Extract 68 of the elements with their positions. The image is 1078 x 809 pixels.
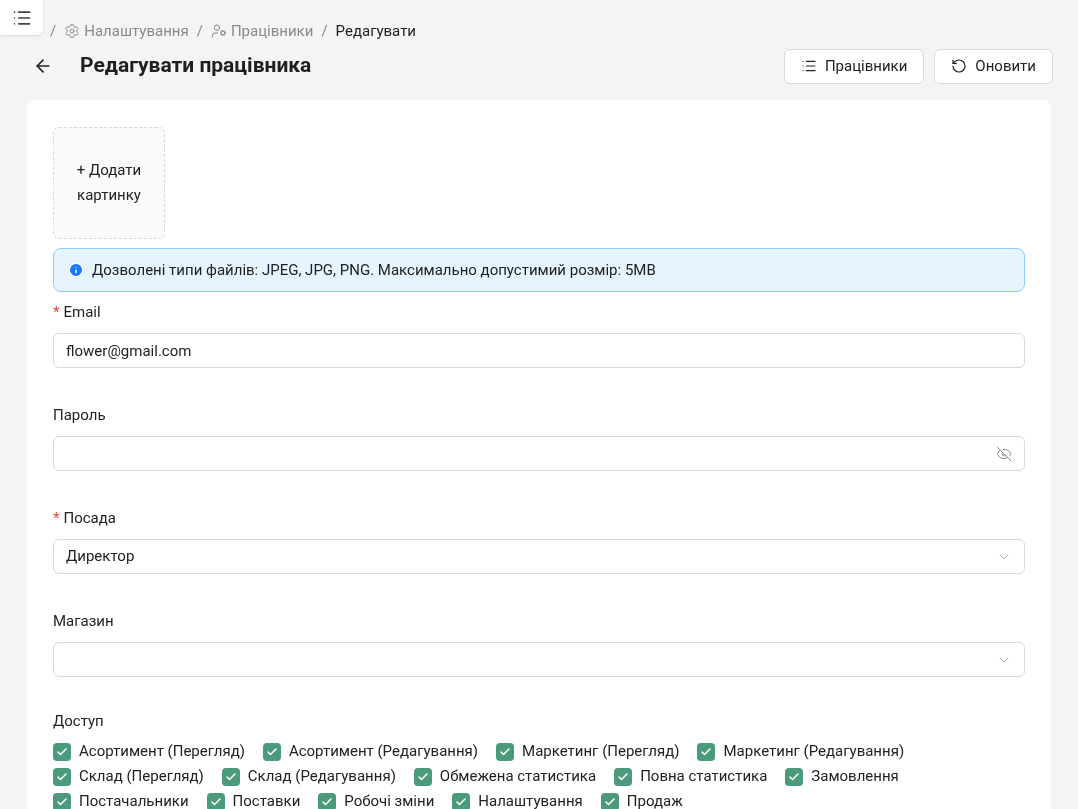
list-icon bbox=[800, 58, 817, 74]
checkbox[interactable] bbox=[206, 792, 225, 809]
checkbox[interactable] bbox=[452, 792, 471, 809]
access-checkbox[interactable]: Склад (Перегляд) bbox=[53, 766, 204, 787]
add-image-button[interactable]: + Додати картинку bbox=[53, 127, 165, 239]
select-field[interactable] bbox=[53, 642, 1025, 677]
checkbox[interactable] bbox=[785, 767, 804, 786]
check-icon bbox=[788, 770, 801, 783]
breadcrumb-separator: / bbox=[196, 20, 203, 42]
select-field[interactable]: Директор bbox=[53, 539, 1025, 574]
checkbox[interactable] bbox=[318, 792, 337, 809]
checkbox[interactable] bbox=[413, 767, 432, 786]
check-icon bbox=[416, 770, 429, 783]
user-icon bbox=[210, 23, 227, 39]
checkbox[interactable] bbox=[262, 742, 281, 761]
check-icon bbox=[321, 795, 334, 808]
checkbox[interactable] bbox=[221, 767, 240, 786]
field-label: Магазин bbox=[53, 610, 114, 632]
breadcrumb-separator: / bbox=[50, 20, 57, 42]
required-mark: * bbox=[53, 507, 60, 529]
checkbox[interactable] bbox=[496, 742, 515, 761]
access-checkbox[interactable]: Постачальники bbox=[53, 791, 189, 809]
access-checkbox[interactable]: Асортимент (Перегляд) bbox=[53, 741, 245, 762]
access-checkbox[interactable]: Маркетинг (Перегляд) bbox=[496, 741, 680, 762]
check-icon bbox=[56, 795, 68, 808]
field-label: Пароль bbox=[53, 404, 106, 426]
access-checkbox[interactable]: Обмежена статистика bbox=[413, 766, 597, 787]
page-title: Редагувати працівника bbox=[80, 52, 312, 80]
access-checkbox[interactable]: Продаж bbox=[600, 791, 683, 809]
access-checkbox[interactable]: Маркетинг (Редагування) bbox=[697, 741, 905, 762]
access-checkbox[interactable]: Налаштування bbox=[452, 791, 583, 809]
access-checkbox[interactable]: Поставки bbox=[206, 791, 301, 809]
check-icon bbox=[603, 795, 616, 808]
check-icon bbox=[56, 745, 68, 758]
field-label: Email bbox=[63, 301, 101, 323]
checkbox[interactable] bbox=[600, 792, 619, 809]
checkbox[interactable] bbox=[53, 767, 71, 786]
refresh-icon bbox=[951, 58, 968, 74]
checkbox[interactable] bbox=[697, 742, 716, 761]
email-input[interactable]: flower@gmail.com bbox=[53, 333, 1025, 368]
check-icon bbox=[209, 795, 222, 808]
field-label: Посада bbox=[63, 507, 116, 529]
breadcrumb-separator: / bbox=[321, 20, 328, 42]
info-icon bbox=[68, 262, 84, 278]
check-icon bbox=[700, 745, 713, 758]
access-checkbox[interactable]: Робочі зміни bbox=[318, 791, 435, 809]
access-checkbox[interactable]: Склад (Редагування) bbox=[221, 766, 396, 787]
access-label: Доступ bbox=[53, 712, 104, 730]
access-checkbox[interactable]: Замовлення bbox=[785, 766, 899, 787]
check-icon bbox=[56, 770, 68, 783]
check-icon bbox=[617, 770, 630, 783]
checkbox[interactable] bbox=[53, 792, 71, 809]
eye-off-icon[interactable] bbox=[996, 445, 1012, 462]
menu-button[interactable] bbox=[0, 0, 43, 35]
header-button[interactable]: Працівники bbox=[783, 48, 925, 84]
password-input[interactable] bbox=[53, 436, 1025, 471]
required-mark: * bbox=[53, 301, 60, 323]
check-icon bbox=[265, 745, 278, 758]
access-checkbox[interactable]: Асортимент (Редагування) bbox=[262, 741, 479, 762]
checkbox[interactable] bbox=[614, 767, 633, 786]
checkbox[interactable] bbox=[53, 742, 71, 761]
check-icon bbox=[499, 745, 512, 758]
gear-icon bbox=[64, 23, 81, 39]
header-button[interactable]: Оновити bbox=[934, 48, 1053, 84]
alert-text: Дозволені типи файлів: JPEG, JPG, PNG. Максимально допустимий розмір: 5MB bbox=[92, 259, 656, 281]
check-icon bbox=[455, 795, 468, 808]
check-icon bbox=[224, 770, 237, 783]
access-checkbox[interactable]: Повна статистика bbox=[614, 766, 768, 787]
